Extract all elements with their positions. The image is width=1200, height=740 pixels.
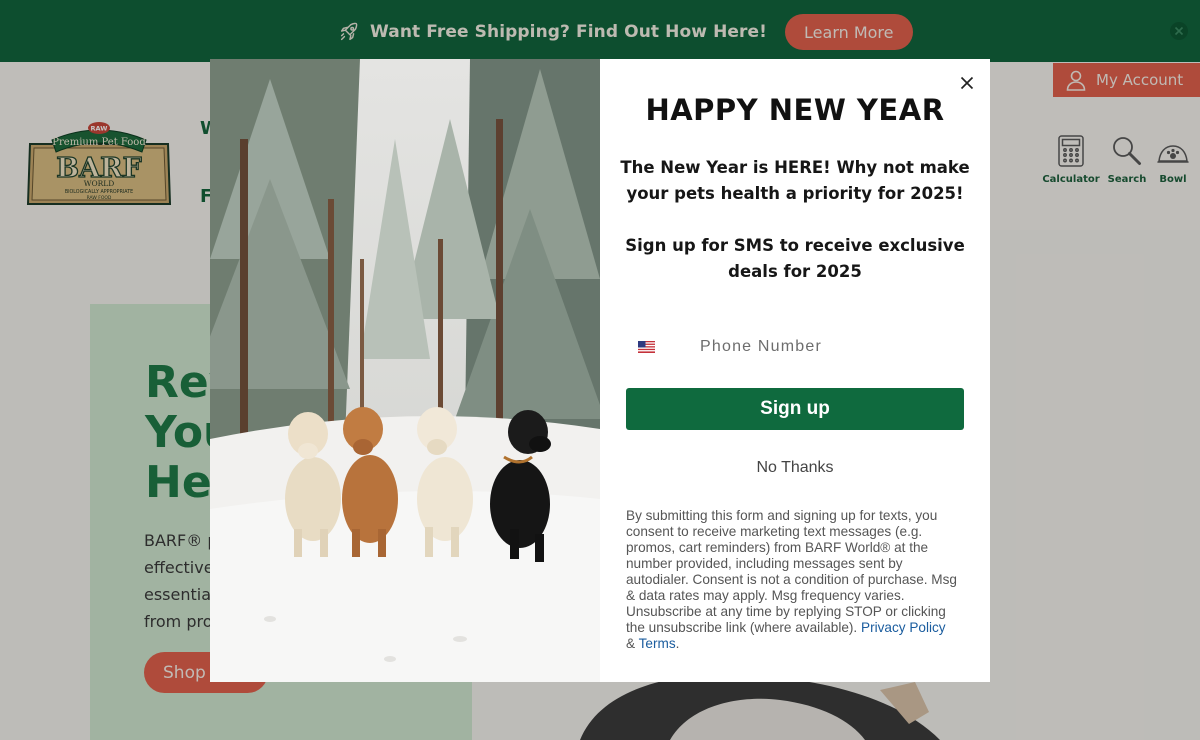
legal-period: . bbox=[675, 636, 680, 651]
phone-number-input[interactable] bbox=[700, 338, 950, 356]
modal-sms-offer: Sign up for SMS to receive exclusive dea… bbox=[625, 236, 965, 281]
sign-up-button[interactable]: Sign up bbox=[626, 388, 964, 430]
phone-field-row bbox=[626, 329, 964, 365]
legal-amp: & bbox=[626, 636, 636, 651]
terms-link[interactable]: Terms bbox=[639, 636, 676, 651]
close-icon[interactable] bbox=[958, 74, 976, 92]
no-thanks-link[interactable]: No Thanks bbox=[600, 459, 990, 477]
us-flag-icon[interactable] bbox=[638, 341, 655, 353]
legal-disclaimer: By submitting this form and signing up f… bbox=[626, 508, 966, 652]
newsletter-modal: HAPPY NEW YEAR The New Year is HERE! Why… bbox=[210, 59, 990, 682]
legal-text: By submitting this form and signing up f… bbox=[626, 508, 957, 635]
modal-form-panel: HAPPY NEW YEAR The New Year is HERE! Why… bbox=[600, 59, 990, 682]
snowy-forest-dogs-image bbox=[210, 59, 600, 682]
modal-title: HAPPY NEW YEAR bbox=[645, 93, 945, 127]
modal-subtitle: The New Year is HERE! Why not make your … bbox=[620, 158, 970, 203]
modal-photo bbox=[210, 59, 600, 682]
privacy-policy-link[interactable]: Privacy Policy bbox=[861, 620, 946, 635]
